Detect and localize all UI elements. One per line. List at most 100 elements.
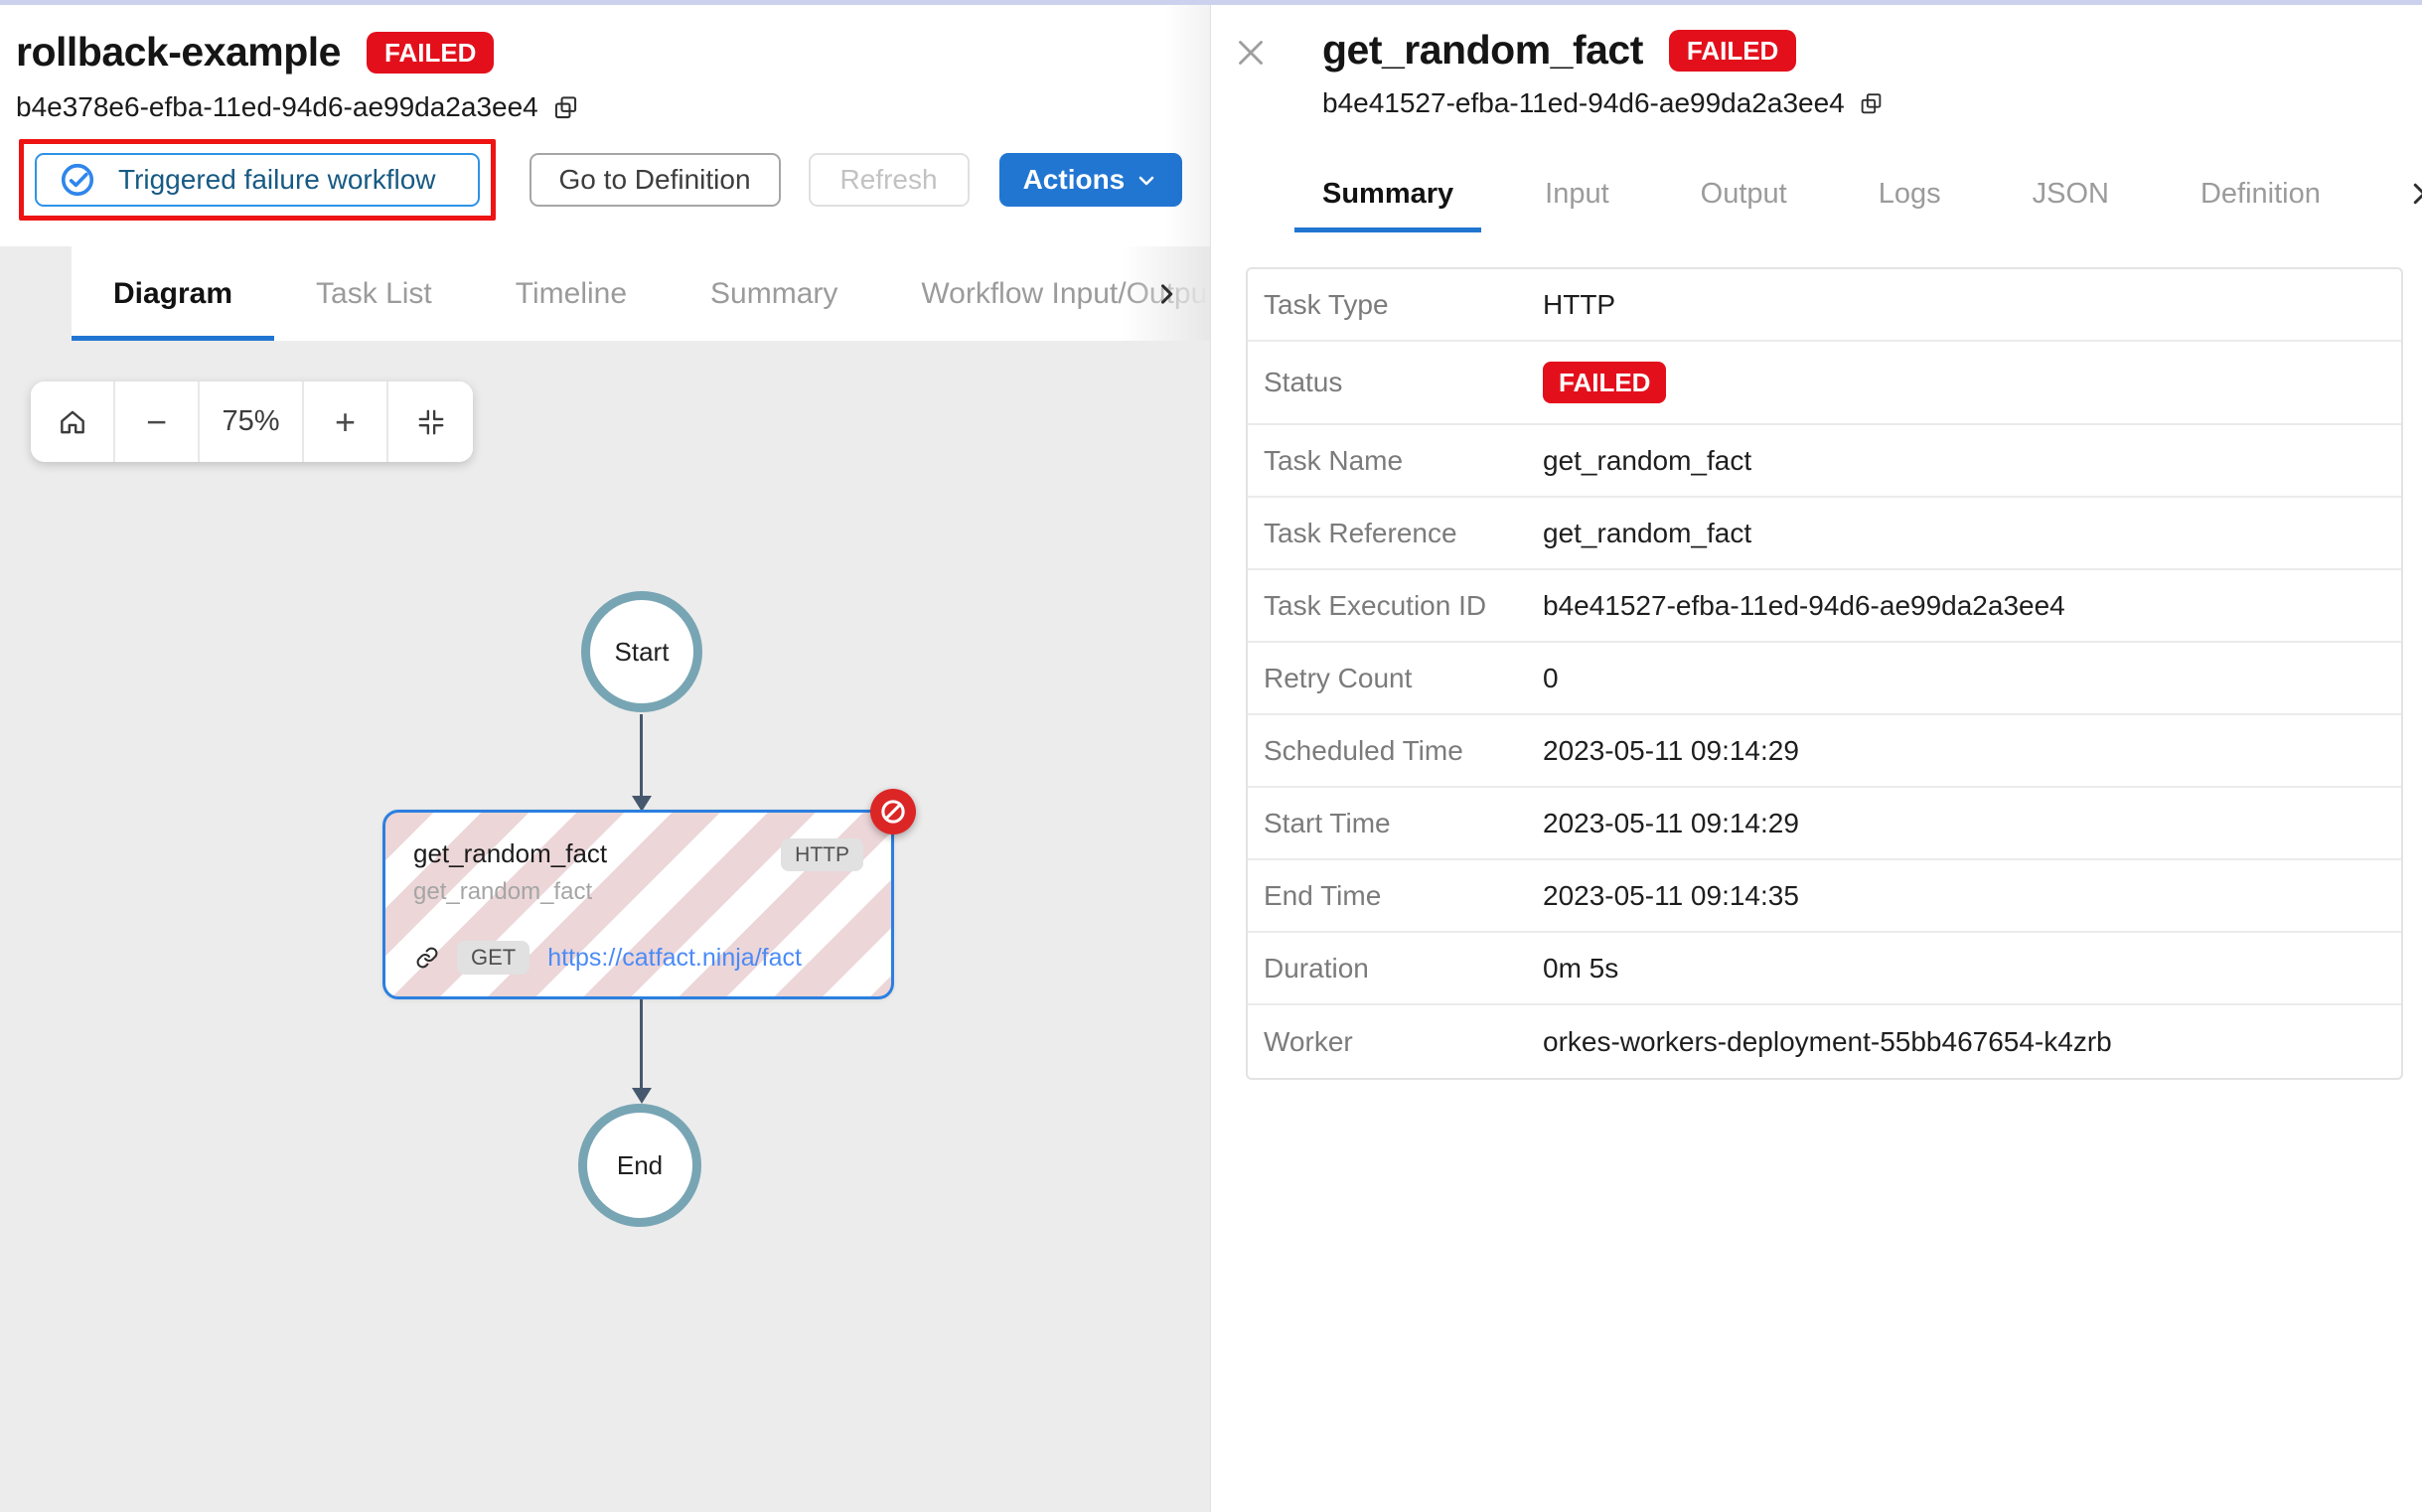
check-circle-icon — [59, 161, 96, 199]
row-value: b4e41527-efba-11ed-94d6-ae99da2a3ee4 — [1543, 589, 2065, 621]
plus-icon: + — [334, 400, 357, 442]
tab-output[interactable]: Output — [1673, 155, 1815, 232]
chevron-down-icon — [1135, 168, 1158, 192]
start-node-label: Start — [614, 636, 670, 667]
row-value: HTTP — [1543, 288, 1616, 320]
minus-icon: − — [145, 400, 168, 442]
row-label: Task Reference — [1264, 517, 1457, 548]
home-icon — [57, 406, 88, 438]
blocked-icon — [877, 796, 909, 828]
table-row: Task Reference get_random_fact — [1248, 498, 2401, 570]
tab-summary[interactable]: Summary — [669, 246, 879, 341]
table-row: Status FAILED — [1248, 342, 2401, 425]
tab-diagram[interactable]: Diagram — [72, 246, 275, 341]
workflow-header: rollback-example FAILED b4e378e6-efba-11… — [0, 5, 1210, 246]
table-row: Start Time 2023-05-11 09:14:29 — [1248, 788, 2401, 860]
table-row: End Time 2023-05-11 09:14:35 — [1248, 860, 2401, 933]
task-execution-id: b4e41527-efba-11ed-94d6-ae99da2a3ee4 — [1322, 87, 1845, 118]
tab-timeline[interactable]: Timeline — [474, 246, 669, 341]
diagram-start-node: Start — [581, 591, 702, 712]
tab-definition[interactable]: Definition — [2173, 155, 2348, 232]
table-row: Retry Count 0 — [1248, 643, 2401, 715]
tab-input[interactable]: Input — [1517, 155, 1637, 232]
row-value: 0m 5s — [1543, 952, 1619, 983]
workflow-execution-panel: rollback-example FAILED b4e378e6-efba-11… — [0, 5, 1216, 1512]
table-row: Task Execution ID b4e41527-efba-11ed-94d… — [1248, 570, 2401, 643]
row-value: get_random_fact — [1543, 517, 1752, 548]
copy-icon[interactable] — [1859, 91, 1884, 116]
task-failed-badge — [870, 789, 916, 834]
triggered-failure-workflow-button[interactable]: Triggered failure workflow — [35, 153, 480, 207]
end-node-label: End — [616, 1149, 664, 1180]
chevron-right-icon — [2404, 179, 2422, 209]
workflow-actions-row: Triggered failure workflow Go to Definit… — [16, 139, 1210, 221]
close-icon — [1233, 35, 1269, 71]
zoom-home-button[interactable] — [31, 381, 115, 462]
task-node-get-random-fact[interactable]: get_random_fact HTTP get_random_fact GET… — [382, 810, 894, 999]
workflow-title: rollback-example — [16, 29, 342, 75]
tab-summary[interactable]: Summary — [1294, 155, 1482, 232]
task-header: get_random_fact FAILED b4e41527-efba-11e… — [1211, 5, 2422, 119]
annotation-highlight-box: Triggered failure workflow — [19, 139, 496, 221]
row-label: Task Execution ID — [1264, 589, 1487, 621]
row-value: orkes-workers-deployment-55bb467654-k4zr… — [1543, 1025, 2112, 1057]
http-method-chip: GET — [457, 941, 530, 975]
table-row: Worker orkes-workers-deployment-55bb4676… — [1248, 1005, 2401, 1078]
triggered-failure-workflow-label: Triggered failure workflow — [118, 164, 436, 195]
edge-start-to-task — [640, 714, 643, 798]
go-to-definition-button[interactable]: Go to Definition — [529, 153, 781, 207]
workflow-tabbar-row: Diagram Task List Timeline Summary Workf… — [0, 246, 1216, 341]
task-node-reference: get_random_fact — [413, 878, 593, 905]
arrowhead-icon — [632, 1088, 652, 1104]
table-row: Duration 0m 5s — [1248, 933, 2401, 1005]
actions-button[interactable]: Actions — [998, 153, 1183, 207]
workflow-tabbar: Diagram Task List Timeline Summary Workf… — [72, 246, 1216, 341]
tabs-overflow-button[interactable] — [2404, 179, 2422, 209]
table-row: Task Name get_random_fact — [1248, 425, 2401, 498]
edge-task-to-end — [640, 999, 643, 1089]
refresh-button: Refresh — [808, 153, 970, 207]
tab-logs[interactable]: Logs — [1851, 155, 1969, 232]
close-panel-button[interactable] — [1233, 35, 1269, 71]
actions-label: Actions — [1022, 164, 1126, 195]
row-value: get_random_fact — [1543, 444, 1752, 476]
diagram-end-node: End — [578, 1104, 701, 1227]
row-value: 2023-05-11 09:14:35 — [1543, 879, 1799, 911]
row-value: 2023-05-11 09:14:29 — [1543, 734, 1799, 766]
workflow-status-badge: FAILED — [367, 31, 495, 74]
task-status-badge: FAILED — [1668, 29, 1797, 72]
zoom-fit-button[interactable] — [388, 381, 473, 462]
task-endpoint-url[interactable]: https://catfact.ninja/fact — [547, 944, 802, 973]
row-label: Task Type — [1264, 288, 1389, 320]
zoom-level: 75% — [200, 381, 304, 462]
tabs-overflow-button[interactable] — [1123, 246, 1210, 341]
workflow-title-row: rollback-example FAILED — [16, 29, 1210, 76]
zoom-in-button[interactable]: + — [304, 381, 388, 462]
task-node-endpoint-row: GET https://catfact.ninja/fact — [415, 941, 802, 975]
task-summary-table: Task Type HTTP Status FAILED Task Name g… — [1246, 267, 2403, 1080]
task-type-chip: HTTP — [781, 838, 863, 871]
row-value: 0 — [1543, 662, 1559, 693]
table-row: Task Type HTTP — [1248, 269, 2401, 342]
zoom-out-button[interactable]: − — [115, 381, 200, 462]
diagram-canvas[interactable]: − 75% + Start get_random_fact HTTP get_r… — [0, 341, 1210, 1512]
task-id-row: b4e41527-efba-11ed-94d6-ae99da2a3ee4 — [1322, 87, 2422, 119]
task-title: get_random_fact — [1322, 27, 1643, 73]
link-icon — [415, 946, 439, 970]
chevron-right-icon — [1152, 280, 1180, 308]
row-label: Scheduled Time — [1264, 734, 1463, 766]
row-value: 2023-05-11 09:14:29 — [1543, 807, 1799, 838]
tab-task-list[interactable]: Task List — [274, 246, 474, 341]
task-title-row: get_random_fact FAILED — [1322, 27, 2422, 74]
zoom-toolbar: − 75% + — [31, 381, 473, 462]
row-label: Worker — [1264, 1025, 1353, 1057]
tab-json[interactable]: JSON — [2005, 155, 2137, 232]
compress-icon — [416, 407, 446, 437]
workflow-execution-id: b4e378e6-efba-11ed-94d6-ae99da2a3ee4 — [16, 91, 538, 122]
row-label: End Time — [1264, 879, 1382, 911]
app-root: rollback-example FAILED b4e378e6-efba-11… — [0, 5, 2422, 1512]
task-tabbar: Summary Input Output Logs JSON Definitio… — [1294, 155, 2422, 232]
copy-icon[interactable] — [552, 94, 579, 121]
task-node-name: get_random_fact — [413, 838, 608, 868]
workflow-id-row: b4e378e6-efba-11ed-94d6-ae99da2a3ee4 — [16, 91, 1210, 123]
